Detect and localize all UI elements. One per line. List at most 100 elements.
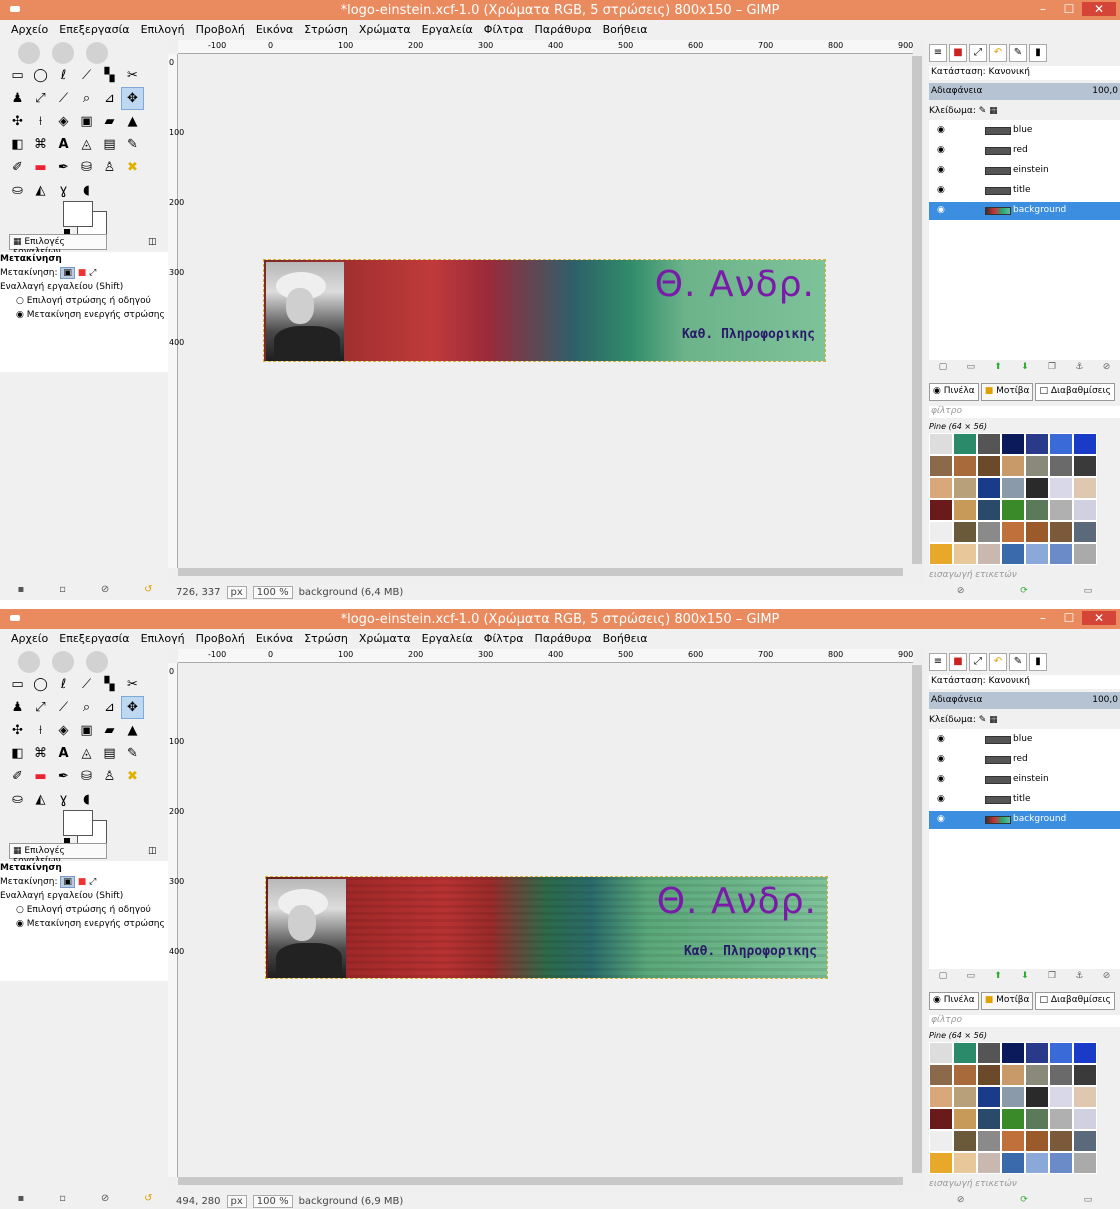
tab-gradients[interactable]: □ Διαβαθμίσεις	[1035, 992, 1115, 1010]
menu-layer[interactable]: Στρώση	[304, 23, 348, 36]
airbrush-icon[interactable]: ✒	[52, 765, 75, 788]
undo-tab-icon[interactable]: ↶	[989, 44, 1007, 62]
pattern-swatch[interactable]	[1049, 1086, 1073, 1108]
move-path-toggle-icon[interactable]: ⤢	[89, 877, 96, 887]
tab-menu-icon[interactable]: ◫	[148, 846, 157, 856]
foreground-color[interactable]	[63, 810, 93, 836]
rotate-icon[interactable]: ◈	[52, 110, 75, 133]
visibility-eye-icon[interactable]: ◉	[937, 734, 945, 744]
perspective-clone-icon[interactable]: ⛀	[6, 179, 29, 202]
pattern-swatch[interactable]	[1049, 1064, 1073, 1086]
pattern-swatch[interactable]	[1073, 433, 1097, 455]
layer-row-active[interactable]: ◉ background	[929, 811, 1120, 829]
pattern-swatch[interactable]	[1049, 543, 1073, 565]
zoom-select[interactable]: 100 %	[252, 585, 293, 599]
pattern-swatch[interactable]	[953, 1042, 977, 1064]
move-layer-toggle-icon[interactable]: ▣	[60, 267, 75, 279]
close-button[interactable]: ✕	[1082, 611, 1116, 625]
cage-icon[interactable]: ⌘	[29, 742, 52, 765]
scissors-icon[interactable]: ✂	[121, 673, 144, 696]
pattern-swatch[interactable]	[1073, 1064, 1097, 1086]
pattern-swatch[interactable]	[977, 1108, 1001, 1130]
rect-select-icon[interactable]: ▭	[6, 64, 29, 87]
pattern-swatch[interactable]	[977, 433, 1001, 455]
layer-row[interactable]: ◉ einstein	[929, 771, 1120, 789]
dodge-burn-icon[interactable]: ◖	[75, 179, 98, 202]
new-layer-icon[interactable]: ▢	[939, 362, 948, 374]
pattern-swatch[interactable]	[1049, 433, 1073, 455]
pattern-swatch[interactable]	[929, 543, 953, 565]
move-selection-toggle-icon[interactable]: ■	[78, 268, 87, 278]
smudge-icon[interactable]: ɣ	[52, 788, 75, 811]
duplicate-layer-icon[interactable]: ❐	[1048, 362, 1056, 374]
pattern-swatch[interactable]	[1025, 1130, 1049, 1152]
menu-tools[interactable]: Εργαλεία	[422, 632, 473, 645]
image-banner[interactable]: Θ. Ανδρ. Καθ. Πληροφορικης	[265, 876, 828, 979]
perspective-clone-icon[interactable]: ⛀	[6, 788, 29, 811]
open-pattern-icon[interactable]: ▭	[1084, 586, 1093, 596]
maximize-button[interactable]: ☐	[1058, 611, 1080, 625]
foreground-color[interactable]	[63, 201, 93, 227]
pattern-swatch[interactable]	[1073, 499, 1097, 521]
zoom-icon[interactable]: ⌕	[75, 87, 98, 110]
smudge-icon[interactable]: ɣ	[52, 179, 75, 202]
airbrush-icon[interactable]: ✒	[52, 156, 75, 179]
restore-options-icon[interactable]: ▫	[59, 1193, 66, 1209]
eraser-icon[interactable]: ▬	[29, 156, 52, 179]
menu-windows[interactable]: Παράθυρα	[535, 632, 592, 645]
shear-icon[interactable]: ▰	[98, 719, 121, 742]
heal-icon[interactable]: ✖	[121, 156, 144, 179]
pattern-swatch[interactable]	[929, 477, 953, 499]
pencil-icon[interactable]: ✎	[121, 742, 144, 765]
delete-options-icon[interactable]: ⊘	[101, 584, 109, 600]
pattern-swatch[interactable]	[1025, 1064, 1049, 1086]
raise-layer-icon[interactable]: ⬆	[994, 971, 1002, 983]
anchor-layer-icon[interactable]: ⚓	[1075, 971, 1083, 983]
visibility-eye-icon[interactable]: ◉	[937, 165, 945, 175]
vertical-ruler[interactable]: 0 100 200 300 400	[168, 663, 184, 1177]
pattern-swatch[interactable]	[1049, 477, 1073, 499]
pattern-swatch[interactable]	[1001, 521, 1025, 543]
pattern-swatch[interactable]	[1001, 433, 1025, 455]
menu-filters[interactable]: Φίλτρα	[484, 632, 524, 645]
layer-row-active[interactable]: ◉ background	[929, 202, 1120, 220]
tool-options-tab[interactable]: ▦ Επιλογές εργαλείων	[9, 234, 107, 257]
minimize-button[interactable]: –	[1032, 2, 1054, 16]
lock-alpha-icon[interactable]: ▦	[989, 106, 998, 116]
layer-row[interactable]: ◉ blue	[929, 122, 1120, 140]
rotate-icon[interactable]: ◈	[52, 719, 75, 742]
lock-pixels-icon[interactable]: ✎	[979, 106, 987, 116]
visibility-eye-icon[interactable]: ◉	[937, 205, 945, 215]
image-banner[interactable]: Θ. Ανδρ. Καθ. Πληροφορικης	[263, 259, 826, 362]
layers-tab-icon[interactable]: ≡	[929, 44, 947, 62]
pattern-swatch[interactable]	[929, 1086, 953, 1108]
cage-icon[interactable]: ⌘	[29, 133, 52, 156]
color-swatches[interactable]	[63, 810, 109, 846]
layer-row[interactable]: ◉ title	[929, 791, 1120, 809]
opacity-slider[interactable]: Αδιαφάνεια 100,0	[929, 692, 1120, 709]
color-picker-icon[interactable]: ⟋	[52, 87, 75, 110]
paths-tab-icon[interactable]: ⤢	[969, 44, 987, 62]
zoom-select[interactable]: 100 %	[252, 1194, 293, 1208]
pattern-swatch[interactable]	[929, 1152, 953, 1174]
pattern-swatch[interactable]	[1025, 1086, 1049, 1108]
lower-layer-icon[interactable]: ⬇	[1021, 362, 1029, 374]
layer-group-icon[interactable]: ▭	[966, 362, 975, 374]
tag-input[interactable]: εισαγωγή ετικετών	[929, 1179, 1017, 1189]
delete-pattern-icon[interactable]: ⊘	[957, 586, 965, 596]
measure-icon[interactable]: ⊿	[98, 87, 121, 110]
text-tool-icon[interactable]: A	[52, 133, 75, 156]
scissors-icon[interactable]: ✂	[121, 64, 144, 87]
brush-tab-icon[interactable]: ✎	[1009, 653, 1027, 671]
anchor-layer-icon[interactable]: ⚓	[1075, 362, 1083, 374]
shear-icon[interactable]: ▰	[98, 110, 121, 133]
pencil-icon[interactable]: ✎	[121, 133, 144, 156]
radio-pick-layer[interactable]: ○ Επιλογή στρώσης ή οδηγού	[0, 905, 170, 919]
menu-colors[interactable]: Χρώματα	[359, 632, 411, 645]
measure-icon[interactable]: ⊿	[98, 696, 121, 719]
pattern-filter-input[interactable]: φίλτρο	[929, 1015, 1120, 1027]
pattern-swatch[interactable]	[1049, 1108, 1073, 1130]
menu-filters[interactable]: Φίλτρα	[484, 23, 524, 36]
pattern-swatch[interactable]	[1001, 1042, 1025, 1064]
pattern-swatch[interactable]	[1001, 1130, 1025, 1152]
